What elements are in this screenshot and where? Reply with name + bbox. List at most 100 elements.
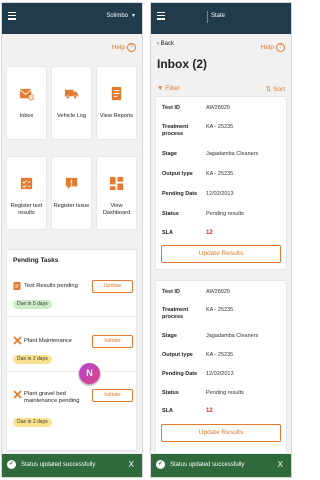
divider [7,371,136,372]
field-label: Treatment process [162,307,189,320]
page-title: Inbox (2) [157,57,207,71]
help-link[interactable]: Help? [261,43,285,52]
update-results-button[interactable]: Update Results [161,245,281,263]
document-icon [111,86,122,101]
tile-label: View Dashboard [102,203,131,216]
tile-label: Register Issue [53,203,90,209]
field-label: Pending Date [162,191,198,197]
field-label: Stage [162,333,177,339]
back-button[interactable]: ‹ Back [157,41,174,47]
tile-register-issue[interactable]: Register Issue [52,157,91,229]
tile-label: View Reports [99,113,134,119]
inbox-card: Test ID AW28929 Treatment process KA - 2… [156,281,286,453]
field-value: KA - 25235 [206,352,234,358]
field-label: Test ID [162,105,180,111]
truck-icon [64,89,79,100]
notification-fab[interactable]: N [79,363,100,384]
task-title: Plant gravel bed maintenance pending [24,391,80,404]
inbox-envelope-icon: 23 [19,88,34,101]
field-label: Test ID [162,289,180,295]
close-toast-button[interactable]: X [129,460,134,469]
sort-icon: ⇅ [265,86,274,93]
tile-view-dashboard[interactable]: View Dashboard [97,157,136,229]
tile-register-test-results[interactable]: Register test results [7,157,46,229]
alert-chat-icon [65,177,78,190]
field-label: SLA [162,408,173,414]
tile-view-reports[interactable]: View Reports [97,67,136,139]
inbox-card: Test ID AW28929 Treatment process KA - 2… [156,97,286,269]
clipboard-icon [13,282,21,290]
checklist-icon [20,177,33,190]
field-value: Jagadamba Cleaners [206,333,259,339]
due-badge: Due in 2 days [13,418,52,427]
app-header: Solimbo ▼ [2,3,142,34]
field-value: Pending results [206,211,244,217]
pending-tasks-card: Pending Tasks Test Results pending Updat… [7,250,136,450]
check-circle-icon: ✓ [156,460,165,469]
toast-message: Status updated successfully [170,462,245,468]
field-value: 12/02/2013 [206,191,234,197]
tile-inbox[interactable]: 23 Inbox [7,67,46,139]
field-label: Treatment process [162,124,189,137]
initiate-button[interactable]: Initiate [92,335,133,348]
filter-icon: ▼ [157,85,166,92]
update-button[interactable]: Update [92,280,133,293]
help-icon: ? [276,43,285,52]
field-value: AW28929 [206,105,230,111]
chevron-down-icon[interactable]: ▼ [131,13,136,19]
due-badge: Due in 2 days [13,355,52,364]
header-divider [207,11,208,23]
sla-value: 12 [206,408,213,414]
home-screen: Solimbo ▼ Help? 23 Inbox Vehicle Log Vie… [1,2,143,478]
update-results-button[interactable]: Update Results [161,424,281,442]
sort-button[interactable]: ⇅ Sort [266,85,285,93]
field-label: Pending Date [162,371,198,377]
sla-value: 12 [206,230,213,236]
check-circle-icon: ✓ [7,460,16,469]
tile-label: Vehicle Log [57,113,86,119]
tools-icon [13,336,22,345]
help-icon: ? [127,43,136,52]
user-name[interactable]: Solimbo [106,13,128,19]
help-link[interactable]: Help? [112,43,136,52]
help-label: Help [111,44,125,52]
tools-icon [13,390,22,399]
field-label: SLA [162,230,173,236]
status-toast: ✓ Status updated successfully X [2,454,142,477]
app-header: State [151,3,291,34]
dashboard-icon [109,176,124,191]
due-badge: Due in 5 days [13,300,52,309]
tile-label: Inbox [19,113,34,119]
field-value: Pending results [206,390,244,396]
field-label: Status [162,390,179,396]
tile-label: Register test results [10,203,43,216]
field-value: KA - 25235 [206,171,234,177]
help-label: Help [260,44,274,52]
task-title: Test Results pending [24,283,78,289]
divider [7,316,136,317]
inbox-badge: 23 [29,95,33,99]
field-label: Stage [162,151,177,157]
inbox-screen: State ‹ Back Help? Inbox (2) ▼ Filter ⇅ … [150,2,292,478]
field-value: AW28929 [206,289,230,295]
tile-vehicle-log[interactable]: Vehicle Log [52,67,91,139]
field-value: KA - 25235 [206,124,234,130]
field-label: Output type [162,171,193,177]
sort-label: Sort [273,86,285,93]
menu-icon[interactable] [157,12,165,20]
field-label: Status [162,211,179,217]
toast-message: Status updated successfully [21,462,96,468]
field-value: KA - 25235 [206,307,234,313]
pending-tasks-title: Pending Tasks [13,257,59,264]
field-value: Jagadamba Cleaners [206,151,259,157]
menu-icon[interactable] [8,12,16,20]
back-label: Back [160,41,175,47]
field-label: Output type [162,352,193,358]
close-toast-button[interactable]: X [278,460,283,469]
task-title: Plant Maintenance [24,338,73,344]
filter-label: Filter [165,85,180,92]
header-title: State [211,13,226,19]
initiate-button[interactable]: Initiate [92,389,133,402]
filter-button[interactable]: ▼ Filter [157,85,180,92]
status-toast: ✓ Status updated successfully X [151,454,291,477]
